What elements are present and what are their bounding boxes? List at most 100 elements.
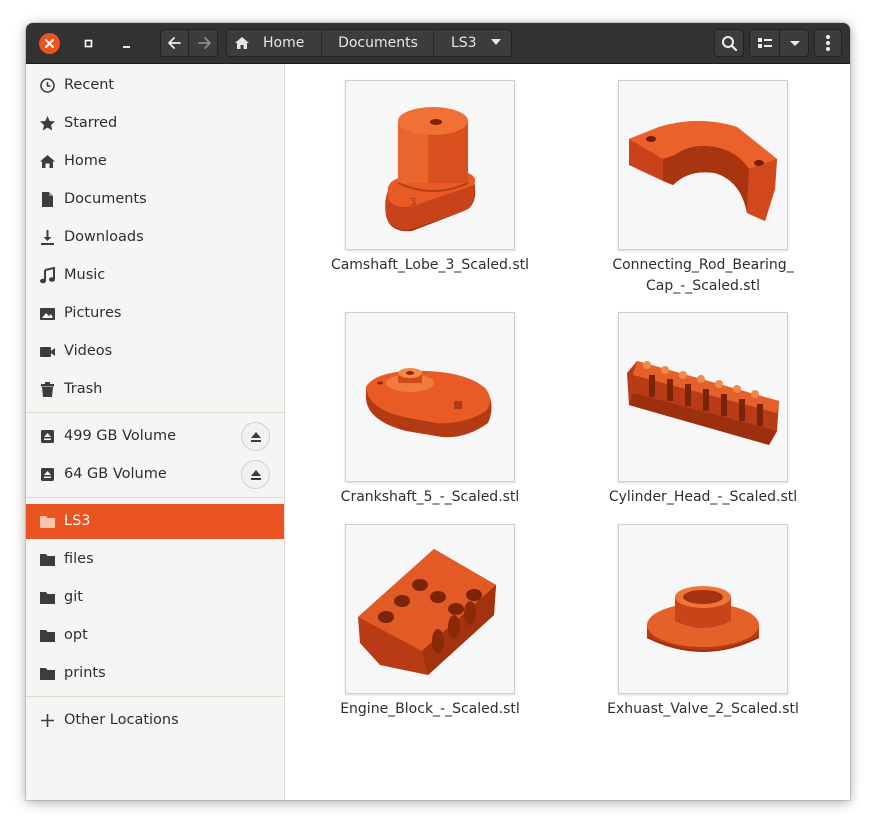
forward-button[interactable] [190, 30, 217, 56]
drive-icon [41, 430, 54, 443]
sidebar-item-label: Recent [64, 77, 115, 93]
sidebar-item-videos[interactable]: Videos [26, 334, 284, 369]
sidebar-item-recent[interactable]: Recent [26, 68, 284, 103]
folder-icon [40, 554, 55, 566]
sidebar-item-label: Downloads [64, 229, 144, 245]
minimize-button[interactable] [116, 33, 137, 54]
breadcrumb-home[interactable]: Home [227, 30, 322, 56]
file-thumbnail: 3 [345, 80, 515, 250]
folder-icon [40, 630, 55, 642]
sidebar-item-label: 64 GB Volume [64, 466, 167, 482]
video-icon [40, 347, 55, 357]
close-icon [45, 39, 54, 48]
sidebar-item-volume-64gb[interactable]: 64 GB Volume [26, 457, 284, 492]
sidebar-item-downloads[interactable]: Downloads [26, 220, 284, 255]
sidebar-item-other-locations[interactable]: Other Locations [26, 703, 284, 738]
drive-icon [41, 468, 54, 481]
sidebar-item-label: Videos [64, 343, 113, 359]
file-name: Exhuast_Valve_2_Scaled.stl [586, 699, 820, 720]
file-name-line: Engine_Block_-_Scaled.stl [340, 701, 520, 717]
arrow-right-icon [198, 37, 211, 49]
sidebar-item-label: Starred [64, 115, 118, 131]
document-icon [42, 192, 53, 207]
folder-icon [40, 592, 55, 604]
main-menu-button[interactable] [814, 29, 842, 57]
breadcrumb-current[interactable]: LS3 [435, 30, 511, 56]
sidebar-item-pictures[interactable]: Pictures [26, 296, 284, 331]
file-grid: 3 Camshaft_Lobe_3_Scaled.stl Connecting_… [286, 64, 850, 800]
file-name: Connecting_Rod_Bearing_ Cap_-_Scaled.stl [586, 255, 820, 297]
folder-icon [40, 668, 55, 680]
header-bar: Home Documents LS3 [26, 23, 850, 64]
file-thumbnail [618, 524, 788, 694]
chevron-down-icon [491, 39, 501, 45]
sidebar-item-music[interactable]: Music [26, 258, 284, 293]
music-icon [40, 267, 55, 284]
file-thumbnail [618, 80, 788, 250]
sidebar-item-label: Music [64, 267, 106, 283]
sidebar-item-label: Home [64, 153, 107, 169]
maximize-button[interactable] [78, 33, 99, 54]
sidebar-item-volume-499gb[interactable]: 499 GB Volume [26, 419, 284, 454]
more-vertical-icon [826, 35, 830, 51]
svg-text:3: 3 [410, 197, 416, 208]
path-bar: Home Documents LS3 [226, 29, 512, 57]
sidebar-item-trash[interactable]: Trash [26, 372, 284, 407]
eject-button[interactable] [241, 422, 270, 451]
sidebar-separator [26, 696, 284, 697]
sidebar-separator [26, 497, 284, 498]
sidebar-item-files[interactable]: files [26, 542, 284, 577]
file-name-line: Crankshaft_5_-_Scaled.stl [340, 489, 520, 505]
sidebar: Recent Starred Home Documents Downloads … [26, 64, 285, 800]
picture-icon [40, 308, 55, 320]
file-name-line: Cap_-_Scaled.stl [646, 278, 760, 294]
star-icon [40, 116, 55, 131]
close-button[interactable] [39, 33, 60, 54]
list-view-icon [758, 38, 772, 48]
breadcrumb-documents-label: Documents [338, 35, 418, 51]
sidebar-item-label: 499 GB Volume [64, 428, 177, 444]
trash-icon [41, 382, 54, 397]
file-name: Crankshaft_5_-_Scaled.stl [313, 487, 547, 508]
sidebar-item-opt[interactable]: opt [26, 618, 284, 653]
sidebar-item-label: Pictures [64, 305, 122, 321]
sidebar-item-label: opt [64, 627, 88, 643]
file-name-line: Cylinder_Head_-_Scaled.stl [608, 489, 798, 505]
sidebar-item-label: LS3 [64, 513, 91, 529]
home-icon [235, 37, 249, 49]
eject-button[interactable] [241, 460, 270, 489]
sidebar-item-git[interactable]: git [26, 580, 284, 615]
sidebar-item-label: Other Locations [64, 712, 179, 728]
navigation-buttons [160, 29, 218, 57]
file-name-line: Connecting_Rod_Bearing_ [612, 257, 794, 273]
search-icon [722, 36, 738, 52]
minimize-icon [123, 46, 130, 48]
sidebar-item-home[interactable]: Home [26, 144, 284, 179]
sidebar-item-label: prints [64, 665, 106, 681]
file-name-line: Camshaft_Lobe_3_Scaled.stl [330, 257, 530, 273]
file-thumbnail [345, 524, 515, 694]
file-manager-window: Home Documents LS3 Recent Starred Home D… [26, 23, 850, 800]
sidebar-item-starred[interactable]: Starred [26, 106, 284, 141]
back-button[interactable] [161, 30, 189, 56]
chevron-down-icon [790, 41, 800, 46]
sidebar-item-prints[interactable]: prints [26, 656, 284, 691]
sidebar-item-documents[interactable]: Documents [26, 182, 284, 217]
home-icon [40, 155, 55, 168]
view-menu-button[interactable] [781, 30, 808, 56]
view-options [749, 29, 809, 57]
breadcrumb-current-label: LS3 [451, 35, 477, 51]
file-thumbnail [618, 312, 788, 482]
sidebar-item-ls3[interactable]: LS3 [26, 504, 284, 539]
maximize-icon [84, 39, 93, 48]
sidebar-item-label: files [64, 551, 94, 567]
sidebar-separator [26, 412, 284, 413]
list-view-button[interactable] [750, 30, 780, 56]
breadcrumb-home-label: Home [263, 35, 305, 51]
sidebar-item-label: Documents [64, 191, 147, 207]
file-name: Engine_Block_-_Scaled.stl [313, 699, 547, 720]
breadcrumb-documents[interactable]: Documents [323, 30, 434, 56]
download-icon [41, 230, 54, 245]
clock-icon [40, 78, 55, 93]
search-button[interactable] [714, 29, 744, 57]
